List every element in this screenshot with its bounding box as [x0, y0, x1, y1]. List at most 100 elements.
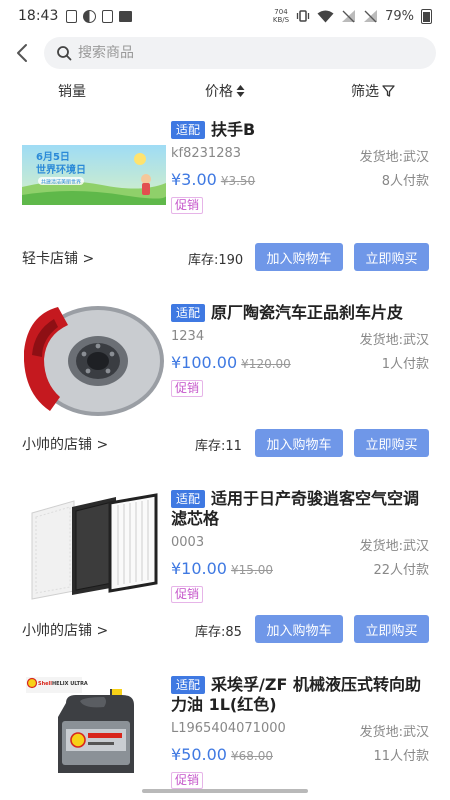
price-row: ¥10.00 ¥15.00 22人付款 [171, 559, 429, 583]
sim-icon [66, 9, 78, 23]
shop-link[interactable]: 小帅的店铺 > [22, 434, 108, 454]
sort-sales-label: 销量 [58, 84, 86, 100]
product-code: kf8231283 [171, 146, 242, 161]
battery-percent: 79% [385, 8, 414, 24]
search-icon [57, 46, 72, 61]
status-bar: 18:43 704 KB/S 79% [0, 0, 450, 32]
buy-now-button[interactable]: 立即购买 [354, 243, 429, 271]
add-to-cart-button[interactable]: 加入购物车 [255, 615, 343, 643]
original-price: ¥68.00 [230, 749, 273, 763]
product-image[interactable]: Shell HELIX ULTRA [22, 673, 166, 781]
banner-line-1: 6月5日 [36, 151, 70, 163]
product-title[interactable]: 适配 原厂陶瓷汽车正品刹车片皮 [171, 303, 429, 323]
fit-tag: 适配 [171, 490, 206, 508]
promo-badge: 促销 [171, 586, 204, 603]
filter-icon [382, 85, 395, 97]
promo-badge: 促销 [171, 197, 204, 214]
fit-tag: 适配 [171, 304, 206, 322]
sort-updown-icon [236, 85, 245, 97]
notification-icons [66, 9, 133, 23]
search-bar[interactable] [44, 37, 436, 69]
price: ¥50.00 [171, 745, 227, 764]
sort-sales-button[interactable]: 销量 [58, 81, 86, 101]
shop-row: 轻卡店铺 > 库存:190 加入购物车 立即购买 [0, 243, 450, 271]
product-code: 1234 [171, 329, 205, 344]
home-indicator[interactable] [142, 789, 308, 793]
environment-day-banner: 6月5日 世界环境日 共建清洁美丽世界 [22, 145, 166, 205]
original-price: ¥15.00 [230, 563, 273, 577]
price: ¥3.00 [171, 170, 217, 189]
original-price: ¥3.50 [220, 174, 256, 188]
buyer-count: 11人付款 [373, 749, 429, 764]
banner-line-2: 世界环境日 [36, 163, 86, 176]
product-info: 适配 扶手B kf8231283 发货地:武汉 ¥3.00 ¥3.50 8人付款 促… [171, 120, 429, 214]
buy-now-button[interactable]: 立即购买 [354, 429, 429, 457]
promo-badge: 促销 [171, 380, 204, 397]
product-card[interactable]: 适配 适用于日产奇骏逍客空气空调滤芯格 0003 发货地:武汉 ¥10.00 ¥15… [0, 487, 450, 647]
product-card[interactable]: 6月5日 世界环境日 共建清洁美丽世界 适配 扶手B kf8231283 发货地:… [0, 115, 450, 275]
back-button[interactable] [0, 34, 44, 72]
app-notification-icon [83, 9, 97, 23]
buy-now-button[interactable]: 立即购买 [354, 615, 429, 643]
code-row: 0003 发货地:武汉 [171, 535, 429, 559]
stock-count: 库存:85 [195, 625, 242, 640]
product-info: 适配 适用于日产奇骏逍客空气空调滤芯格 0003 发货地:武汉 ¥10.00 ¥15… [171, 489, 429, 603]
buyer-count: 1人付款 [381, 357, 429, 372]
price: ¥10.00 [171, 559, 227, 578]
product-image[interactable] [22, 301, 166, 417]
signal-off-icon [342, 10, 356, 23]
stock-count: 库存:190 [188, 253, 244, 268]
wifi-icon [317, 10, 334, 22]
price-row: ¥100.00 ¥120.00 1人付款 [171, 353, 429, 377]
brake-disc-image [22, 301, 166, 417]
product-card[interactable]: 适配 原厂陶瓷汽车正品刹车片皮 1234 发货地:武汉 ¥100.00 ¥120.0… [0, 301, 450, 461]
fit-tag: 适配 [171, 121, 206, 139]
net-speed-value: 704 [274, 8, 288, 16]
search-header [0, 34, 450, 72]
product-code: 0003 [171, 535, 205, 550]
product-title-text: 适用于日产奇骏逍客空气空调滤芯格 [171, 489, 420, 528]
image-icon [119, 10, 133, 22]
status-time: 18:43 [18, 8, 59, 24]
price-row: ¥50.00 ¥68.00 11人付款 [171, 745, 429, 769]
net-speed-unit: KB/S [272, 16, 290, 24]
product-info: 适配 采埃孚/ZF 机械液压式转向助力油 1L(红色) L196540407100… [171, 675, 429, 789]
ship-origin: 发货地:武汉 [359, 333, 429, 348]
product-title[interactable]: 适配 扶手B [171, 120, 429, 140]
cabin-filter-image [22, 487, 166, 603]
steering-oil-image: Shell HELIX ULTRA [22, 673, 166, 781]
filter-label: 筛选 [351, 84, 379, 100]
chevron-left-icon [17, 44, 27, 62]
banner-line-3: 共建清洁美丽世界 [41, 179, 81, 186]
product-line-text: HELIX ULTRA [52, 681, 88, 687]
shop-row: 小帅的店铺 > 库存:11 加入购物车 立即购买 [0, 429, 450, 457]
code-row: L1965404071000 发货地:武汉 [171, 721, 429, 745]
product-image[interactable] [22, 487, 166, 603]
product-card[interactable]: Shell HELIX ULTRA 适配 采埃孚/ZF 机械液压式转向助力油 1L… [0, 673, 450, 800]
code-row: 1234 发货地:武汉 [171, 329, 429, 353]
battery-icon [421, 8, 432, 24]
shop-link[interactable]: 轻卡店铺 > [22, 248, 94, 268]
shop-link[interactable]: 小帅的店铺 > [22, 620, 108, 640]
download-icon [102, 9, 114, 23]
fit-tag: 适配 [171, 676, 206, 694]
product-image[interactable]: 6月5日 世界环境日 共建清洁美丽世界 [22, 145, 166, 205]
net-speed: 704 KB/S [273, 8, 289, 24]
product-code: L1965404071000 [171, 721, 286, 736]
search-input[interactable] [78, 45, 378, 61]
product-info: 适配 原厂陶瓷汽车正品刹车片皮 1234 发货地:武汉 ¥100.00 ¥120.0… [171, 303, 429, 397]
status-right: 704 KB/S 79% [273, 8, 432, 24]
product-title[interactable]: 适配 采埃孚/ZF 机械液压式转向助力油 1L(红色) [171, 675, 429, 715]
sort-bar: 销量 价格 筛选 [0, 78, 450, 104]
shop-row: 小帅的店铺 > 库存:85 加入购物车 立即购买 [0, 615, 450, 643]
add-to-cart-button[interactable]: 加入购物车 [255, 243, 343, 271]
buyer-count: 22人付款 [373, 563, 429, 578]
filter-button[interactable]: 筛选 [351, 81, 395, 101]
add-to-cart-button[interactable]: 加入购物车 [255, 429, 343, 457]
code-row: kf8231283 发货地:武汉 [171, 146, 429, 170]
promo-badge: 促销 [171, 772, 204, 789]
ship-origin: 发货地:武汉 [359, 725, 429, 740]
ship-origin: 发货地:武汉 [359, 539, 429, 554]
sort-price-button[interactable]: 价格 [205, 81, 245, 101]
product-title[interactable]: 适配 适用于日产奇骏逍客空气空调滤芯格 [171, 489, 429, 529]
